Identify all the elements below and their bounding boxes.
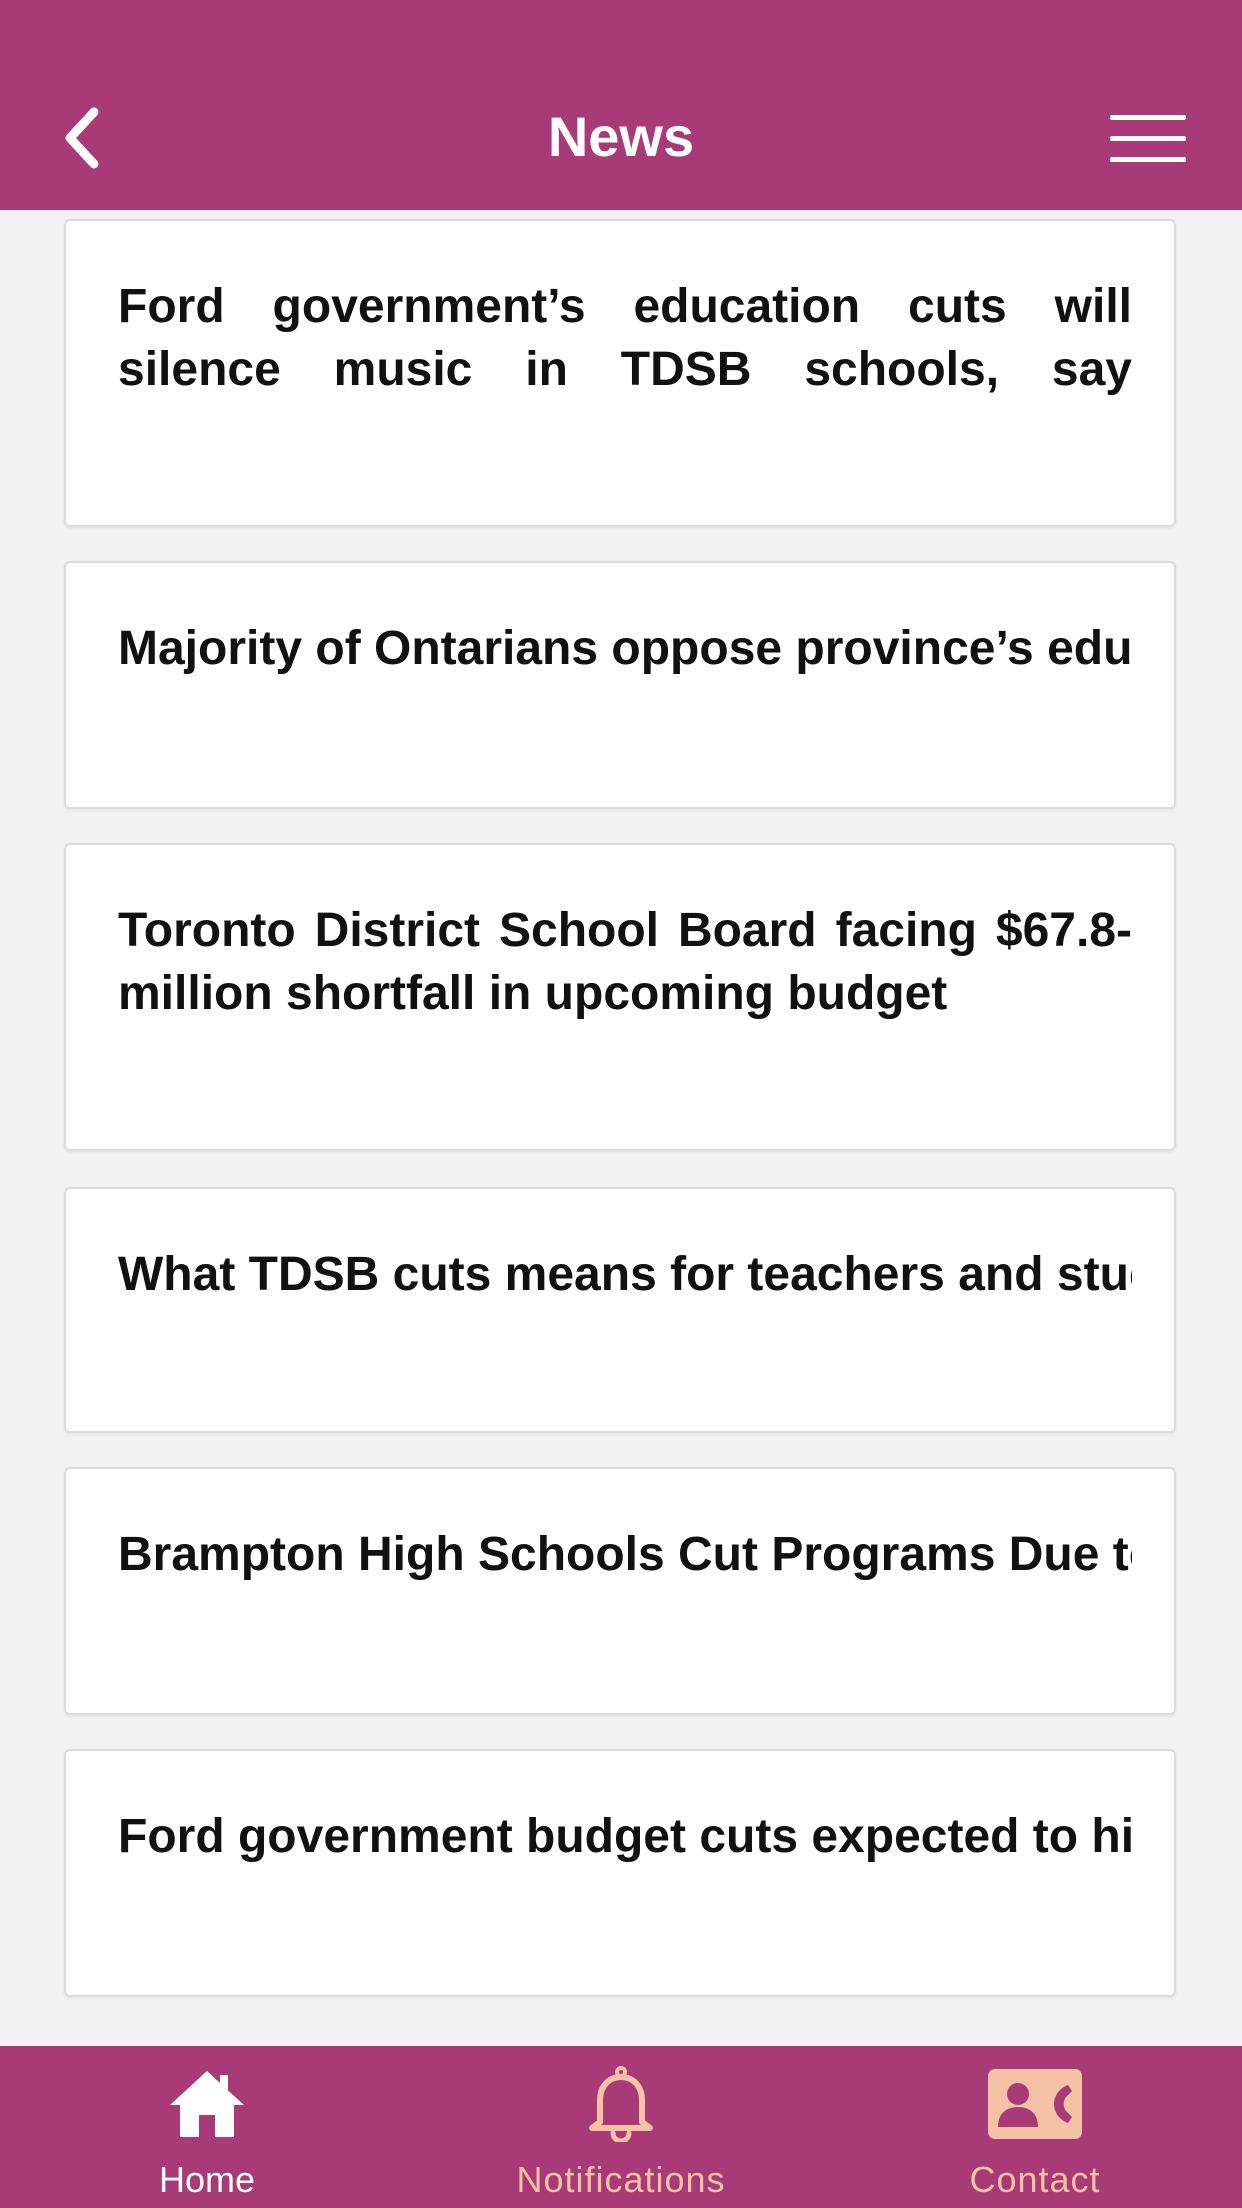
tab-label: Notifications (516, 2159, 726, 2200)
menu-button[interactable] (1108, 112, 1188, 166)
tab-home[interactable]: Home (0, 2046, 414, 2208)
tab-contact[interactable]: Contact (828, 2046, 1242, 2208)
news-title: Majority of Ontarians oppose province’s … (118, 622, 1132, 675)
tab-label: Contact (969, 2159, 1101, 2200)
tab-notifications[interactable]: Notifications (414, 2046, 828, 2208)
app-header: News (0, 0, 1242, 210)
tab-label: Home (158, 2159, 256, 2200)
hamburger-menu-icon (1110, 115, 1186, 162)
news-card[interactable]: Ford government’s education cuts will si… (64, 219, 1176, 527)
contact-card-icon (988, 2069, 1082, 2139)
news-title: Ford government budget cuts expected to … (118, 1810, 1132, 1863)
news-card[interactable]: Ford government budget cuts expected to … (64, 1749, 1176, 1997)
news-title: Brampton High Schools Cut Programs Due t… (118, 1528, 1132, 1581)
news-list[interactable]: Ford government’s education cuts will si… (0, 210, 1242, 2046)
news-title: Toronto District School Board facing $67… (118, 904, 1132, 1020)
bell-icon (589, 2066, 653, 2142)
news-card[interactable]: What TDSB cuts means for teachers and st… (64, 1187, 1176, 1433)
news-title: What TDSB cuts means for teachers and st… (118, 1248, 1132, 1301)
page-title: News (547, 105, 695, 168)
news-card[interactable]: Toronto District School Board facing $67… (64, 843, 1176, 1151)
news-card[interactable]: Brampton High Schools Cut Programs Due t… (64, 1467, 1176, 1715)
bottom-tab-bar: Home Notifications Contact (0, 2046, 1242, 2208)
home-icon (170, 2071, 244, 2137)
news-card[interactable]: Majority of Ontarians oppose province’s … (64, 561, 1176, 809)
news-title: Ford government’s education cuts will si… (118, 280, 1132, 396)
